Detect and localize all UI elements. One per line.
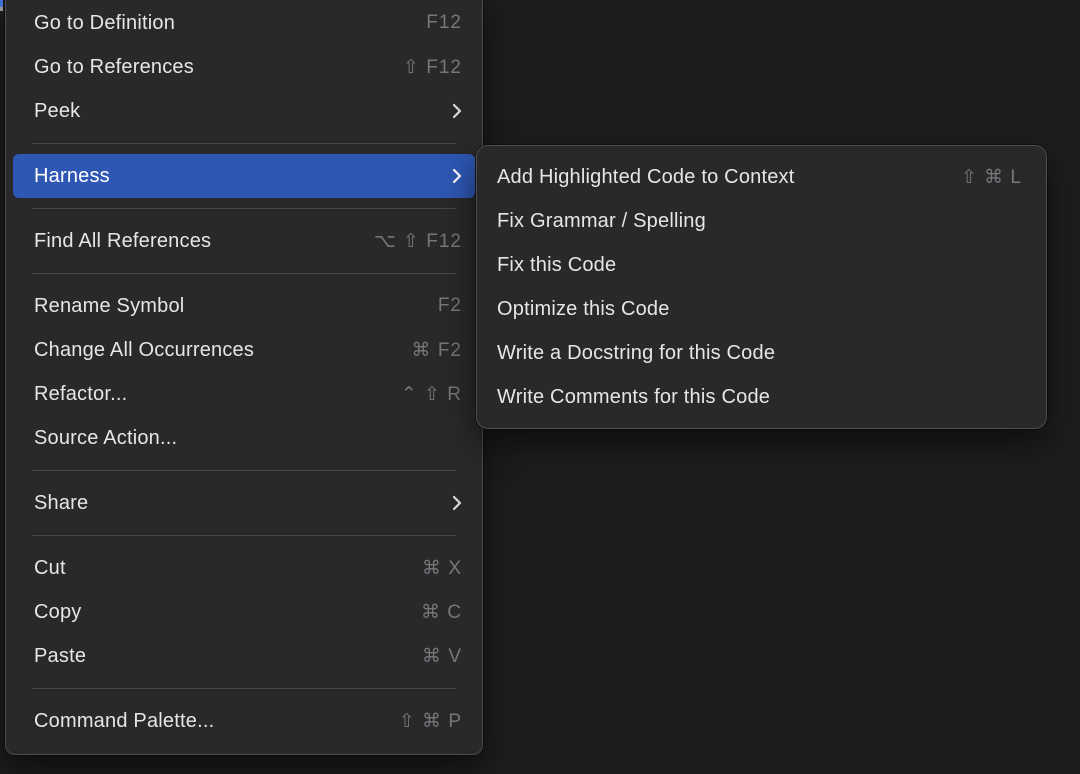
menu-item-label: Optimize this Code <box>497 298 1022 321</box>
submenu-item-optimize-this-code[interactable]: Optimize this Code <box>484 287 1039 331</box>
menu-item-shortcut: F12 <box>426 12 462 34</box>
menu-item-shortcut: ⌘ C <box>421 601 462 624</box>
menu-item-command-palette[interactable]: Command Palette... ⇧ ⌘ P <box>13 699 475 743</box>
submenu-item-write-docstring[interactable]: Write a Docstring for this Code <box>484 331 1039 375</box>
menu-item-label: Peek <box>34 100 428 123</box>
menu-item-copy[interactable]: Copy ⌘ C <box>13 590 475 634</box>
menu-separator <box>32 273 456 274</box>
menu-separator <box>32 143 456 144</box>
menu-item-shortcut: ⌥ ⇧ F12 <box>374 230 462 253</box>
submenu-item-fix-this-code[interactable]: Fix this Code <box>484 243 1039 287</box>
chevron-right-icon <box>452 168 462 184</box>
screen-edge-artifact <box>0 0 3 11</box>
menu-item-harness[interactable]: Harness <box>13 154 475 198</box>
menu-item-label: Copy <box>34 601 397 624</box>
menu-item-go-to-references[interactable]: Go to References ⇧ F12 <box>13 45 475 89</box>
menu-item-change-all-occurrences[interactable]: Change All Occurrences ⌘ F2 <box>13 328 475 372</box>
context-menu: Go to Definition F12 Go to References ⇧ … <box>5 0 483 755</box>
menu-item-source-action[interactable]: Source Action... <box>13 416 475 460</box>
menu-item-shortcut: ⇧ ⌘ L <box>961 166 1022 189</box>
submenu-item-add-highlighted-code-to-context[interactable]: Add Highlighted Code to Context ⇧ ⌘ L <box>484 155 1039 199</box>
menu-item-label: Share <box>34 492 428 515</box>
menu-separator <box>32 535 456 536</box>
menu-item-label: Rename Symbol <box>34 295 414 318</box>
menu-item-paste[interactable]: Paste ⌘ V <box>13 634 475 678</box>
menu-item-label: Go to References <box>34 56 379 79</box>
menu-item-shortcut: ⌘ X <box>422 557 462 580</box>
submenu-item-fix-grammar-spelling[interactable]: Fix Grammar / Spelling <box>484 199 1039 243</box>
menu-item-share[interactable]: Share <box>13 481 475 525</box>
menu-item-label: Fix Grammar / Spelling <box>497 210 1022 233</box>
menu-item-label: Harness <box>34 165 428 188</box>
menu-item-label: Change All Occurrences <box>34 339 388 362</box>
menu-item-label: Fix this Code <box>497 254 1022 277</box>
menu-item-label: Find All References <box>34 230 350 253</box>
menu-item-label: Write Comments for this Code <box>497 386 1022 409</box>
menu-item-shortcut: ⌃ ⇧ R <box>401 383 462 406</box>
chevron-right-icon <box>452 495 462 511</box>
menu-separator <box>32 470 456 471</box>
menu-item-shortcut: ⌘ V <box>422 645 462 668</box>
menu-item-rename-symbol[interactable]: Rename Symbol F2 <box>13 284 475 328</box>
menu-item-shortcut: F2 <box>438 295 462 317</box>
menu-item-label: Go to Definition <box>34 12 402 35</box>
chevron-right-icon <box>452 103 462 119</box>
menu-item-label: Write a Docstring for this Code <box>497 342 1022 365</box>
submenu-item-write-comments[interactable]: Write Comments for this Code <box>484 375 1039 419</box>
menu-item-label: Command Palette... <box>34 710 375 733</box>
menu-item-label: Source Action... <box>34 427 462 450</box>
menu-separator <box>32 688 456 689</box>
menu-item-label: Cut <box>34 557 398 580</box>
menu-item-peek[interactable]: Peek <box>13 89 475 133</box>
menu-item-refactor[interactable]: Refactor... ⌃ ⇧ R <box>13 372 475 416</box>
menu-item-label: Refactor... <box>34 383 377 406</box>
menu-item-label: Paste <box>34 645 398 668</box>
menu-separator <box>32 208 456 209</box>
menu-item-find-all-references[interactable]: Find All References ⌥ ⇧ F12 <box>13 219 475 263</box>
menu-item-label: Add Highlighted Code to Context <box>497 166 937 189</box>
menu-item-shortcut: ⌘ F2 <box>412 339 462 362</box>
menu-item-cut[interactable]: Cut ⌘ X <box>13 546 475 590</box>
menu-item-go-to-definition[interactable]: Go to Definition F12 <box>13 1 475 45</box>
harness-submenu: Add Highlighted Code to Context ⇧ ⌘ L Fi… <box>476 145 1047 429</box>
menu-item-shortcut: ⇧ ⌘ P <box>399 710 462 733</box>
menu-item-shortcut: ⇧ F12 <box>403 56 462 79</box>
